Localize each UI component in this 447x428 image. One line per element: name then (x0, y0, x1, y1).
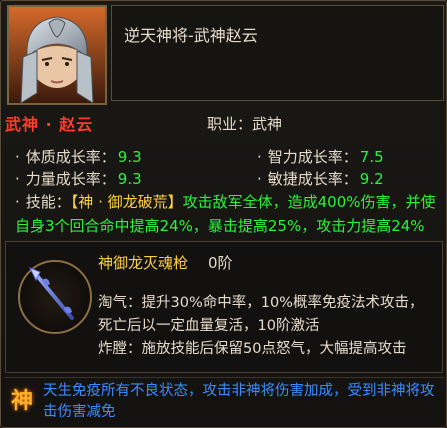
hero-portrait (7, 5, 107, 105)
divider (5, 377, 444, 378)
hero-title-box: 逆天神将-武神赵云 (111, 5, 444, 101)
divine-glyph-icon: 神 (11, 389, 34, 414)
helmeted-warrior-portrait-icon (9, 7, 105, 103)
weapon-effects: 淘气：提升30%命中率，10%概率免疫法术攻击， 死亡后以一定血量复活，10阶激… (98, 292, 438, 361)
weapon-tier: 0阶 (208, 254, 233, 272)
bullet-icon: · (15, 170, 20, 188)
bullet-icon: · (257, 170, 262, 188)
stat-value: 7.5 (359, 148, 384, 166)
stat-label: 体质成长率： (25, 148, 116, 166)
divine-passive-text: 天生免疫所有不良状态，攻击非神将伤害加成，受到非神将攻击伤害减免 (43, 383, 435, 420)
stat-value: 9.3 (117, 148, 142, 166)
skill-label: 技能： (25, 193, 71, 211)
weapon-section: 神御龙灭魂枪 0阶 淘气：提升30%命中率，10%概率免疫法术攻击， 死亡后以一… (5, 241, 443, 373)
stat-label: 力量成长率： (25, 170, 116, 188)
weapon-effect-line: 炸膛：施放技能后保留50点怒气，大幅提高攻击 (98, 341, 407, 357)
divine-passive: 神 天生免疫所有不良状态，攻击非神将伤害加成，受到非神将攻击伤害减免 (5, 379, 443, 425)
weapon-effect-line: 死亡后以一定血量复活，10阶激活 (98, 318, 320, 334)
hero-title: 逆天神将-武神赵云 (124, 26, 258, 45)
weapon-icon-frame (18, 260, 92, 334)
job-value: 武神 (252, 115, 283, 133)
bullet-icon: · (257, 148, 262, 166)
stat-label: 智力成长率： (267, 148, 358, 166)
skill-description: · 技能：【神 · 御龙破荒】攻击敌军全体，造成400%伤害，并使自身3个回合命中… (15, 190, 441, 238)
weapon-effect-line: 淘气：提升30%命中率，10%概率免疫法术攻击， (98, 295, 424, 311)
bullet-icon: · (15, 193, 20, 211)
spear-icon (28, 267, 74, 320)
stat-strength: · 力量成长率： 9.3 (15, 168, 142, 189)
stat-value: 9.2 (359, 170, 384, 188)
hero-info-panel: 逆天神将-武神赵云 武神 · 赵云 职业：武神 · 体质成长率： 9.3 · 智力成长… (0, 0, 447, 428)
stat-agility: · 敏捷成长率： 9.2 (257, 168, 384, 189)
stat-value: 9.3 (117, 170, 142, 188)
hero-job: 职业：武神 (207, 113, 282, 134)
job-label: 职业： (207, 115, 253, 133)
bullet-icon: · (15, 148, 20, 166)
weapon-name: 神御龙灭魂枪 (98, 254, 189, 272)
stat-label: 敏捷成长率： (267, 170, 358, 188)
hero-name: 武神 · 赵云 (5, 115, 94, 134)
stat-constitution: · 体质成长率： 9.3 (15, 146, 142, 167)
skill-name: 【神 · 御龙破荒】 (70, 193, 183, 211)
stat-intelligence: · 智力成长率： 7.5 (257, 146, 384, 167)
